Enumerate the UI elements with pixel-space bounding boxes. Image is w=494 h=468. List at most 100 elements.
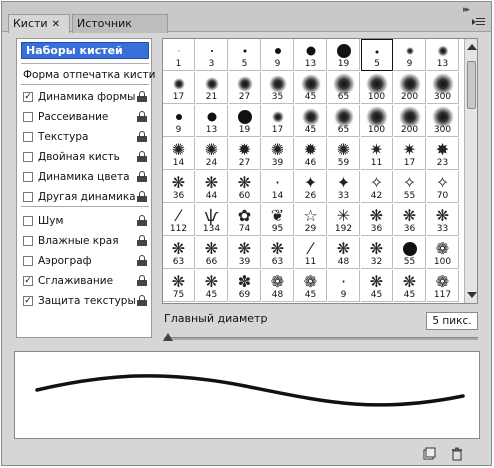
option-checkbox[interactable] (23, 112, 33, 122)
brush-preset[interactable]: ❁ 45 (295, 270, 327, 302)
brush-preset[interactable]: ✧ 70 (427, 171, 459, 203)
lock-icon[interactable] (137, 255, 147, 266)
option-item[interactable]: Рассеивание (21, 108, 149, 126)
option-checkbox[interactable] (23, 192, 33, 202)
brush-preset[interactable]: ❋ 36 (163, 171, 195, 203)
trash-icon[interactable] (450, 447, 464, 461)
lock-icon[interactable] (137, 295, 147, 306)
brush-preset[interactable]: 55 (394, 237, 426, 269)
brush-preset[interactable]: ☆ 29 (295, 204, 327, 236)
brush-preset[interactable]: ✳ 192 (328, 204, 360, 236)
brush-preset[interactable]: ✷ 17 (394, 138, 426, 170)
option-checkbox[interactable]: ✓ (23, 92, 33, 102)
close-icon[interactable]: ✕ (52, 19, 60, 30)
panel-menu-icon[interactable] (472, 16, 486, 28)
diameter-slider-track[interactable] (164, 337, 478, 340)
brush-preset[interactable]: ❋ 39 (229, 237, 261, 269)
scroll-thumb[interactable] (467, 61, 476, 109)
option-checkbox[interactable] (23, 152, 33, 162)
brush-preset[interactable]: ✺ 59 (328, 138, 360, 170)
option-checkbox[interactable] (23, 236, 33, 246)
brush-preset[interactable]: 17 (262, 105, 294, 137)
option-item[interactable]: Другая динамика (21, 188, 149, 206)
new-preset-icon[interactable] (422, 447, 436, 461)
brush-preset[interactable]: 65 (328, 72, 360, 104)
master-diameter-input[interactable]: 5 пикс. (426, 312, 478, 330)
brush-preset[interactable]: ✷ 11 (361, 138, 393, 170)
option-item[interactable]: Влажные края (21, 232, 149, 250)
option-item[interactable]: ✓ Сглаживание (21, 272, 149, 290)
brush-preset[interactable]: ✧ 42 (361, 171, 393, 203)
grid-scrollbar[interactable] (464, 39, 477, 303)
brush-preset[interactable]: ✹ 46 (295, 138, 327, 170)
brush-preset[interactable]: ✸ 23 (427, 138, 459, 170)
brush-preset[interactable]: ❋ 48 (328, 237, 360, 269)
lock-icon[interactable] (137, 215, 147, 226)
option-checkbox[interactable] (23, 216, 33, 226)
lock-icon[interactable] (137, 171, 147, 182)
option-checkbox[interactable] (23, 256, 33, 266)
brush-preset[interactable]: ѱ 134 (196, 204, 228, 236)
brush-preset[interactable]: 9 (394, 39, 426, 71)
brush-preset[interactable]: 9 (262, 39, 294, 71)
option-checkbox[interactable] (23, 132, 33, 142)
option-item[interactable]: Аэрограф (21, 252, 149, 270)
brush-preset[interactable]: 45 (295, 72, 327, 104)
brush-preset[interactable]: ❋ 66 (196, 237, 228, 269)
brush-preset[interactable]: 27 (229, 72, 261, 104)
brush-preset[interactable]: ❁ 100 (427, 237, 459, 269)
brush-preset[interactable]: ✦ 33 (328, 171, 360, 203)
option-checkbox[interactable] (23, 172, 33, 182)
brush-preset[interactable]: 9 (163, 105, 195, 137)
brush-presets-button[interactable]: Наборы кистей (21, 42, 149, 59)
option-checkbox[interactable]: ✓ (23, 296, 33, 306)
brush-preset[interactable]: ✺ 14 (163, 138, 195, 170)
brush-preset[interactable]: 45 (295, 105, 327, 137)
brush-preset[interactable]: ❋ 45 (196, 270, 228, 302)
option-item[interactable]: Динамика цвета (21, 168, 149, 186)
brush-preset[interactable]: ✿ 74 (229, 204, 261, 236)
brush-preset[interactable]: 200 (394, 105, 426, 137)
brush-preset[interactable]: 300 (427, 105, 459, 137)
brush-preset[interactable]: 19 (229, 105, 261, 137)
brush-preset[interactable]: 13 (295, 39, 327, 71)
brush-preset[interactable]: ✧ 55 (394, 171, 426, 203)
brush-preset[interactable]: ❋ 63 (262, 237, 294, 269)
brush-preset[interactable]: ❋ 33 (427, 204, 459, 236)
lock-icon[interactable] (137, 235, 147, 246)
brush-preset[interactable]: ⁄ 11 (295, 237, 327, 269)
brush-preset[interactable]: 3 (196, 39, 228, 71)
brush-preset[interactable]: ❋ 45 (361, 270, 393, 302)
brush-preset[interactable]: 100 (361, 72, 393, 104)
brush-preset[interactable]: 21 (196, 72, 228, 104)
brush-preset[interactable]: 35 (262, 72, 294, 104)
brush-preset[interactable]: ✹ 27 (229, 138, 261, 170)
brush-preset[interactable]: ✺ 39 (262, 138, 294, 170)
brush-preset[interactable]: ❋ 36 (361, 204, 393, 236)
brush-preset[interactable]: 5 (229, 39, 261, 71)
scroll-down-icon[interactable] (467, 292, 477, 298)
brush-preset[interactable]: · 9 (328, 270, 360, 302)
brush-preset[interactable]: ✦ 26 (295, 171, 327, 203)
lock-icon[interactable] (137, 151, 147, 162)
diameter-slider-thumb[interactable] (163, 333, 173, 341)
lock-icon[interactable] (137, 275, 147, 286)
brush-preset[interactable]: 1 (163, 39, 195, 71)
lock-icon[interactable] (137, 111, 147, 122)
brush-preset[interactable]: ❁ 48 (262, 270, 294, 302)
brush-preset[interactable]: 200 (394, 72, 426, 104)
brush-preset[interactable]: 17 (163, 72, 195, 104)
brush-preset[interactable]: ✽ 69 (229, 270, 261, 302)
brush-preset[interactable]: ❋ 60 (229, 171, 261, 203)
option-item[interactable]: Шум (21, 212, 149, 230)
brush-preset[interactable]: 300 (427, 72, 459, 104)
brush-preset[interactable]: ❋ 36 (394, 204, 426, 236)
tab-clone-source[interactable]: Источник клонов (72, 14, 168, 47)
brush-preset[interactable]: ❋ 75 (163, 270, 195, 302)
brush-preset[interactable]: 100 (361, 105, 393, 137)
brush-preset[interactable]: 65 (328, 105, 360, 137)
tab-brushes[interactable]: Кисти ✕ (8, 14, 70, 33)
brush-preset[interactable]: ✺ 24 (196, 138, 228, 170)
brush-preset[interactable]: · 14 (262, 171, 294, 203)
option-item[interactable]: Текстура (21, 128, 149, 146)
